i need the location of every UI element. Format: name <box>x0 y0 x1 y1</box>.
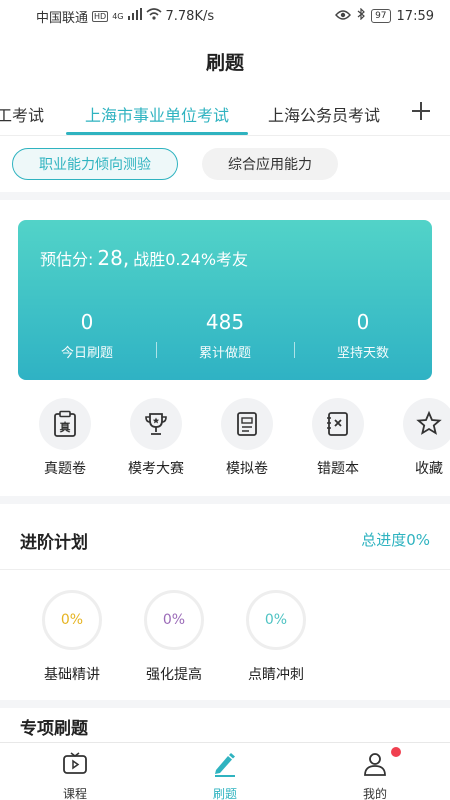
add-exam-plus-icon[interactable] <box>406 96 436 126</box>
page-header: 刷题 <box>0 32 450 90</box>
tab-shanghai-civil-servant[interactable]: 上海公务员考试 <box>268 102 380 126</box>
quick-action-mock-contest[interactable]: 模考大赛 <box>116 398 196 478</box>
page-title: 刷题 <box>205 51 244 74</box>
section-divider <box>0 192 450 200</box>
user-icon <box>362 751 388 781</box>
progress-ring: 0% <box>246 590 306 650</box>
quick-actions: 真 真题卷 模考大赛 模拟卷 错题本 收藏 <box>0 396 450 486</box>
carrier-name: 中国联通 <box>36 10 89 26</box>
quick-action-label: 模考大赛 <box>128 461 184 477</box>
plan-item-label: 强化提高 <box>146 667 202 683</box>
wrong-book-icon <box>312 398 364 450</box>
stat-value: 0 <box>356 310 370 334</box>
estimate-label: 预估分: <box>40 250 94 269</box>
subject-pill-comprehensive[interactable]: 综合应用能力 <box>202 148 338 180</box>
stat-label: 今日刷题 <box>60 346 113 361</box>
nav-item-practice[interactable]: 刷题 <box>150 743 300 800</box>
section-divider <box>0 496 450 504</box>
plan-total-progress[interactable]: 总进度0% <box>361 529 430 550</box>
status-bar: 中国联通 HD 4G 7.78K/s 97 17:59 <box>0 0 450 32</box>
status-right: 97 17:59 <box>335 7 434 24</box>
star-icon <box>403 398 450 450</box>
section-divider <box>0 700 450 708</box>
stat-label: 累计做题 <box>198 346 251 361</box>
nav-label: 刷题 <box>212 787 237 800</box>
estimated-score-line: 预估分: 28, 战胜0.24%考友 <box>40 246 248 270</box>
clipboard-glyph: 真 <box>60 420 71 434</box>
quick-action-label: 收藏 <box>415 461 443 477</box>
stats-row: 0 今日刷题 485 累计做题 0 坚持天数 <box>18 308 432 368</box>
trophy-icon <box>130 398 182 450</box>
quick-action-label: 模拟卷 <box>226 461 268 477</box>
tab-exam-partial[interactable]: 工考试 <box>0 102 44 126</box>
quick-action-label: 真题卷 <box>44 461 86 477</box>
eye-icon <box>335 9 352 24</box>
quick-action-wrong-book[interactable]: 错题本 <box>298 398 378 478</box>
signal-icon <box>127 8 142 24</box>
stat-divider <box>294 342 295 358</box>
bluetooth-icon <box>357 7 365 24</box>
bottom-nav: 课程 刷题 我的 <box>0 742 450 800</box>
stat-value: 485 <box>205 310 245 334</box>
plan-items: 0% 基础精讲 0% 强化提高 0% 点睛冲刺 <box>0 580 450 690</box>
exam-tabs: 工考试 上海市事业单位考试 上海公务员考试 <box>0 90 450 136</box>
subject-pill-aptitude[interactable]: 职业能力倾向测验 <box>12 148 178 180</box>
progress-ring: 0% <box>42 590 102 650</box>
quick-action-real-exams[interactable]: 真 真题卷 <box>25 398 105 478</box>
hd-badge: HD <box>92 10 109 22</box>
plan-item-intensive[interactable]: 0% 强化提高 <box>129 590 219 684</box>
status-left: 中国联通 HD 4G 7.78K/s <box>36 7 214 26</box>
nav-item-courses[interactable]: 课程 <box>0 743 150 800</box>
quick-action-mock-paper[interactable]: 模拟卷 <box>207 398 287 478</box>
stat-total: 485 累计做题 <box>156 308 294 368</box>
paper-clipboard-icon: 真 <box>39 398 91 450</box>
special-practice-title: 专项刷题 <box>20 719 88 739</box>
quick-action-label: 错题本 <box>317 461 359 477</box>
battery-level: 97 <box>371 9 391 23</box>
nav-item-profile[interactable]: 我的 <box>300 743 450 800</box>
document-icon <box>221 398 273 450</box>
pencil-icon <box>212 751 238 781</box>
progress-ring: 0% <box>144 590 204 650</box>
plan-item-basic[interactable]: 0% 基础精讲 <box>27 590 117 684</box>
tv-icon <box>62 751 88 781</box>
estimate-value: 28, <box>97 246 130 270</box>
quick-action-favorites[interactable]: 收藏 <box>389 398 450 478</box>
stat-divider <box>156 342 157 358</box>
stat-label: 坚持天数 <box>336 346 389 361</box>
notification-dot <box>391 747 401 757</box>
nav-label: 我的 <box>362 787 387 800</box>
wifi-icon <box>145 8 162 24</box>
stat-days: 0 坚持天数 <box>294 308 432 368</box>
network-type: 4G <box>112 11 124 21</box>
plan-item-label: 点睛冲刺 <box>248 667 304 683</box>
stat-value: 0 <box>80 310 94 334</box>
tab-shanghai-institution[interactable]: 上海市事业单位考试 <box>85 102 229 126</box>
stat-today: 0 今日刷题 <box>18 308 156 368</box>
clock: 17:59 <box>396 8 434 24</box>
plan-item-sprint[interactable]: 0% 点睛冲刺 <box>231 590 321 684</box>
network-speed: 7.78K/s <box>165 8 215 24</box>
active-tab-indicator <box>66 132 248 135</box>
plan-header: 进阶计划 总进度0% <box>0 504 450 570</box>
score-card[interactable]: 预估分: 28, 战胜0.24%考友 0 今日刷题 485 累计做题 0 坚持天… <box>18 220 432 380</box>
plan-item-label: 基础精讲 <box>44 667 100 683</box>
subject-selector: 职业能力倾向测验 综合应用能力 <box>0 136 450 192</box>
plan-title: 进阶计划 <box>20 533 88 553</box>
nav-label: 课程 <box>62 787 87 800</box>
rank-text: 战胜0.24%考友 <box>133 250 249 269</box>
